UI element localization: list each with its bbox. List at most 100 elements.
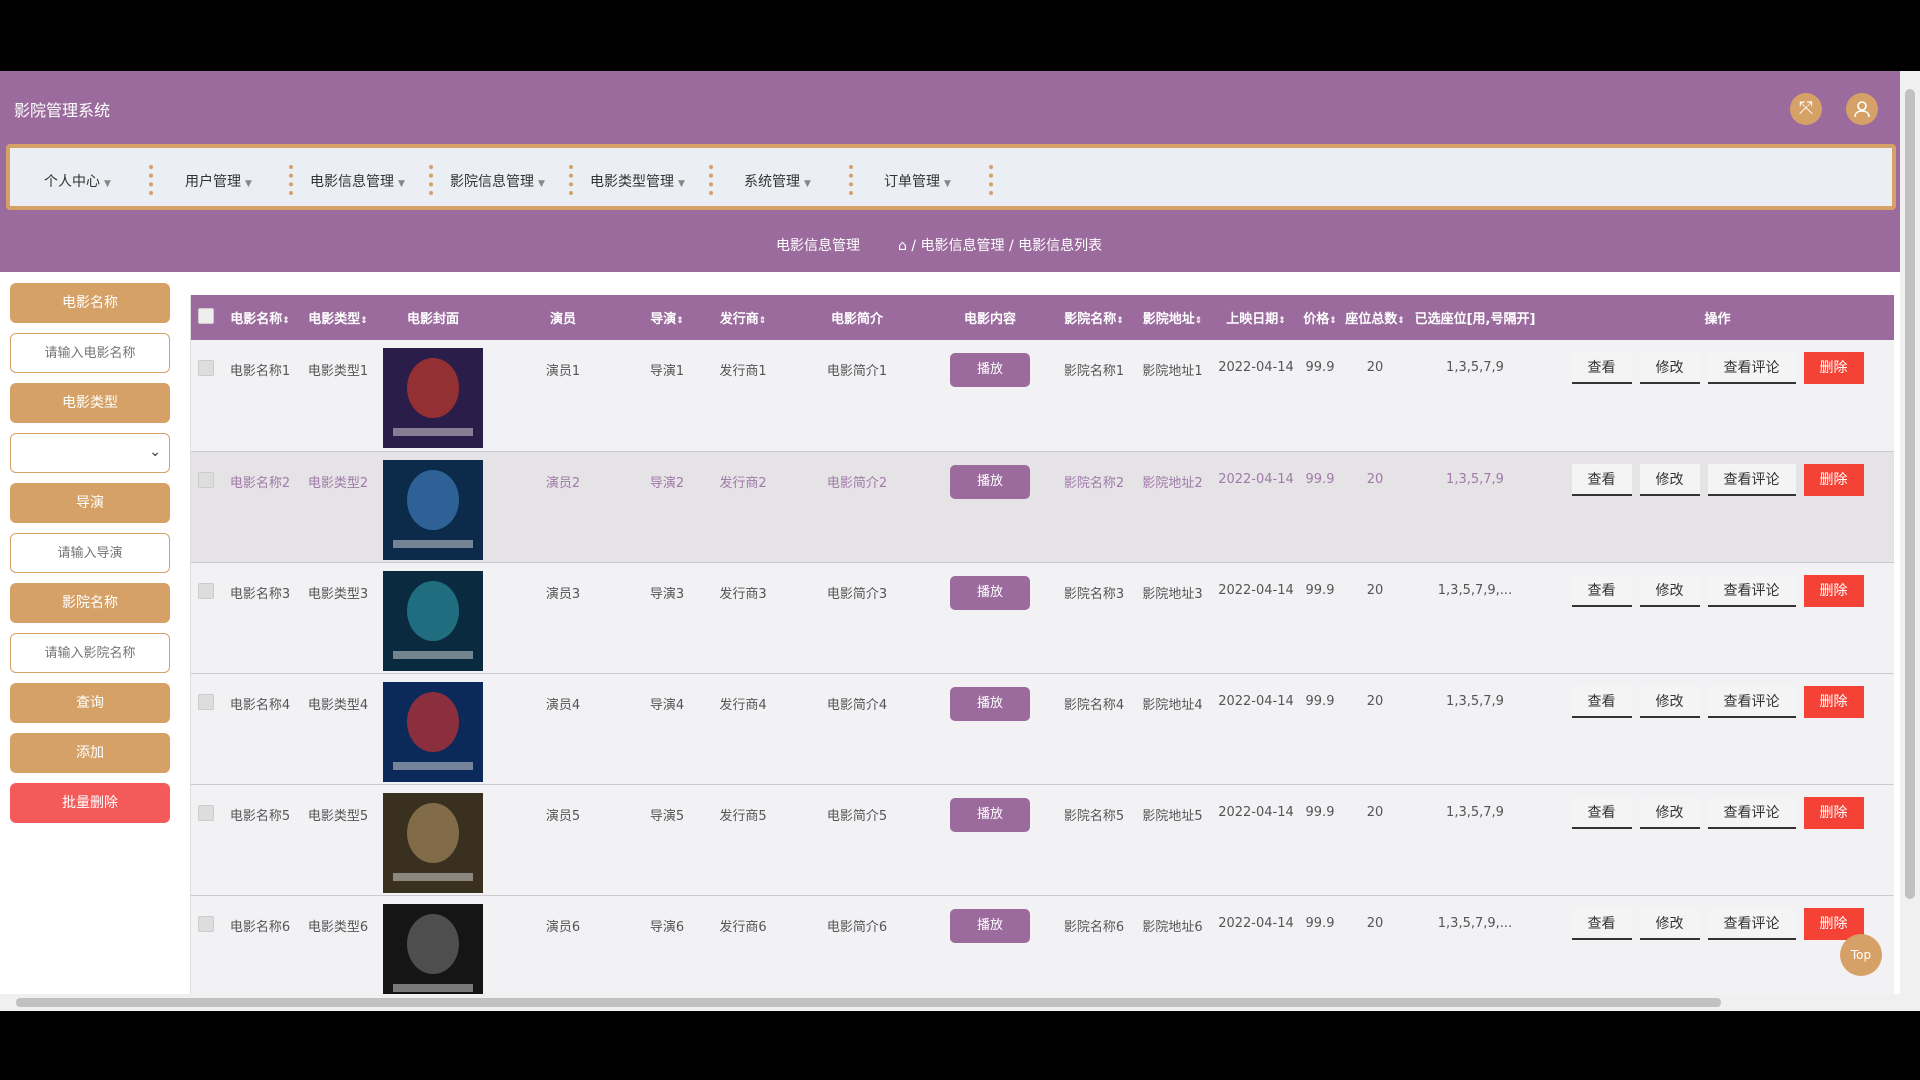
nav-movie-management[interactable]: 电影信息管理 ▼ (310, 171, 405, 191)
table-header: 电影名称⇕ 电影类型⇕ 电影封面 演员 导演⇕ 发行商⇕ 电影简介 电影内容 影… (191, 295, 1894, 340)
director: 导演5 (637, 784, 697, 896)
col-movie-type[interactable]: 电影类型⇕ (299, 295, 377, 340)
movie-content-cell: 播放 (925, 784, 1055, 896)
publisher: 发行商3 (697, 562, 789, 674)
col-publisher[interactable]: 发行商⇕ (697, 295, 789, 340)
movie-poster-image[interactable] (383, 681, 483, 782)
horizontal-scrollbar[interactable] (0, 994, 1900, 1011)
row-checkbox[interactable] (198, 582, 214, 599)
view-button[interactable]: 查看 (1571, 685, 1632, 718)
movie-content-cell: 播放 (925, 340, 1055, 452)
breadcrumb-bar: 电影信息管理 ⌂ / 电影信息管理 / 电影信息列表 (0, 215, 1900, 272)
delete-button[interactable]: 删除 (1803, 574, 1864, 607)
row-actions: 查看 修改 查看评论 删除 (1540, 673, 1894, 785)
movie-intro: 电影简介3 (789, 562, 925, 674)
row-checkbox[interactable] (198, 804, 214, 821)
movie-cover-cell (377, 784, 489, 896)
batch-delete-button[interactable]: 批量删除 (10, 783, 170, 823)
col-actions: 操作 (1704, 312, 1731, 327)
edit-button[interactable]: 修改 (1639, 463, 1700, 496)
play-button[interactable]: 播放 (950, 464, 1030, 499)
app-title: 影院管理系统 (14, 101, 111, 120)
delete-button[interactable]: 删除 (1803, 685, 1864, 718)
actor: 演员3 (489, 562, 637, 674)
view-comments-button[interactable]: 查看评论 (1707, 352, 1796, 384)
col-price[interactable]: 价格⇕ (1300, 295, 1340, 340)
select-all-checkbox[interactable] (198, 307, 214, 324)
edit-button[interactable]: 修改 (1639, 574, 1700, 607)
movie-poster-image[interactable] (383, 348, 483, 448)
nav-movie-type-management[interactable]: 电影类型管理 ▼ (590, 171, 685, 191)
director: 导演6 (637, 895, 697, 1007)
view-comments-button[interactable]: 查看评论 (1707, 463, 1796, 496)
cinema-address: 影院地址1 (1133, 340, 1212, 452)
nav-system-management[interactable]: 系统管理 ▼ (744, 171, 811, 191)
row-checkbox[interactable] (198, 915, 214, 932)
total-seats: 20 (1340, 895, 1410, 1007)
view-button[interactable]: 查看 (1571, 574, 1632, 607)
table-row: 电影名称6 电影类型6 演员6 导演6 发行商6 电影简介6 播放 影院名称6 … (191, 895, 1894, 1007)
play-button[interactable]: 播放 (950, 575, 1030, 610)
col-cinema-address[interactable]: 影院地址⇕ (1133, 295, 1212, 340)
col-total-seats[interactable]: 座位总数⇕ (1340, 295, 1410, 340)
director-label: 导演 (10, 483, 170, 523)
col-selected-seats: 已选座位[用,号隔开] (1414, 312, 1536, 327)
movie-name-input[interactable] (10, 333, 170, 373)
movie-type-select[interactable]: ⌄ (10, 433, 170, 473)
expand-icon[interactable]: ⤧ (1790, 93, 1822, 125)
col-cinema-name[interactable]: 影院名称⇕ (1055, 295, 1133, 340)
edit-button[interactable]: 修改 (1639, 352, 1700, 384)
play-button[interactable]: 播放 (950, 353, 1030, 387)
nav-cinema-management[interactable]: 影院信息管理 ▼ (450, 171, 545, 191)
col-content: 电影内容 (963, 312, 1016, 327)
movie-poster-image[interactable] (383, 459, 483, 560)
movie-poster-image[interactable] (383, 792, 483, 893)
play-button[interactable]: 播放 (950, 908, 1030, 943)
delete-button[interactable]: 删除 (1803, 463, 1864, 496)
table-row: 电影名称2 电影类型2 演员2 导演2 发行商2 电影简介2 播放 影院名称2 … (191, 451, 1894, 563)
cinema-address: 影院地址5 (1133, 784, 1212, 896)
delete-button[interactable]: 删除 (1803, 352, 1864, 384)
col-director[interactable]: 导演⇕ (637, 295, 697, 340)
view-comments-button[interactable]: 查看评论 (1707, 907, 1796, 940)
cinema-name: 影院名称5 (1055, 784, 1133, 896)
movie-name: 电影名称3 (221, 562, 299, 674)
nav-order-management[interactable]: 订单管理 ▼ (884, 171, 951, 191)
director-input[interactable] (10, 533, 170, 573)
cinema-address: 影院地址4 (1133, 673, 1212, 785)
view-button[interactable]: 查看 (1571, 907, 1632, 940)
nav-user-management[interactable]: 用户管理 ▼ (185, 171, 252, 191)
add-button[interactable]: 添加 (10, 733, 170, 773)
play-button[interactable]: 播放 (950, 797, 1030, 832)
row-checkbox[interactable] (198, 360, 214, 376)
movie-poster-image[interactable] (383, 570, 483, 671)
row-checkbox[interactable] (198, 693, 214, 710)
view-button[interactable]: 查看 (1571, 352, 1632, 384)
home-icon[interactable]: ⌂ (898, 238, 907, 254)
row-checkbox[interactable] (198, 471, 214, 488)
cinema-name-input[interactable] (10, 633, 170, 673)
back-to-top-button[interactable]: Top (1840, 934, 1882, 976)
vertical-scrollbar[interactable] (1900, 71, 1920, 1011)
view-button[interactable]: 查看 (1571, 463, 1632, 496)
nav-personal-center[interactable]: 个人中心 ▼ (44, 171, 111, 191)
total-seats: 20 (1340, 451, 1410, 563)
edit-button[interactable]: 修改 (1639, 796, 1700, 829)
edit-button[interactable]: 修改 (1639, 685, 1700, 718)
col-movie-name[interactable]: 电影名称⇕ (221, 295, 299, 340)
edit-button[interactable]: 修改 (1639, 907, 1700, 940)
user-icon[interactable] (1846, 93, 1878, 125)
movie-table-container: 电影名称⇕ 电影类型⇕ 电影封面 演员 导演⇕ 发行商⇕ 电影简介 电影内容 影… (190, 295, 1894, 1011)
play-button[interactable]: 播放 (950, 686, 1030, 721)
cinema-address: 影院地址3 (1133, 562, 1212, 674)
movie-cover-cell (377, 562, 489, 674)
view-button[interactable]: 查看 (1571, 796, 1632, 829)
col-release-date[interactable]: 上映日期⇕ (1212, 295, 1300, 340)
view-comments-button[interactable]: 查看评论 (1707, 685, 1796, 718)
query-button[interactable]: 查询 (10, 683, 170, 723)
view-comments-button[interactable]: 查看评论 (1707, 574, 1796, 607)
movie-name: 电影名称2 (221, 451, 299, 563)
movie-poster-image[interactable] (383, 903, 483, 1004)
delete-button[interactable]: 删除 (1803, 796, 1864, 829)
view-comments-button[interactable]: 查看评论 (1707, 796, 1796, 829)
